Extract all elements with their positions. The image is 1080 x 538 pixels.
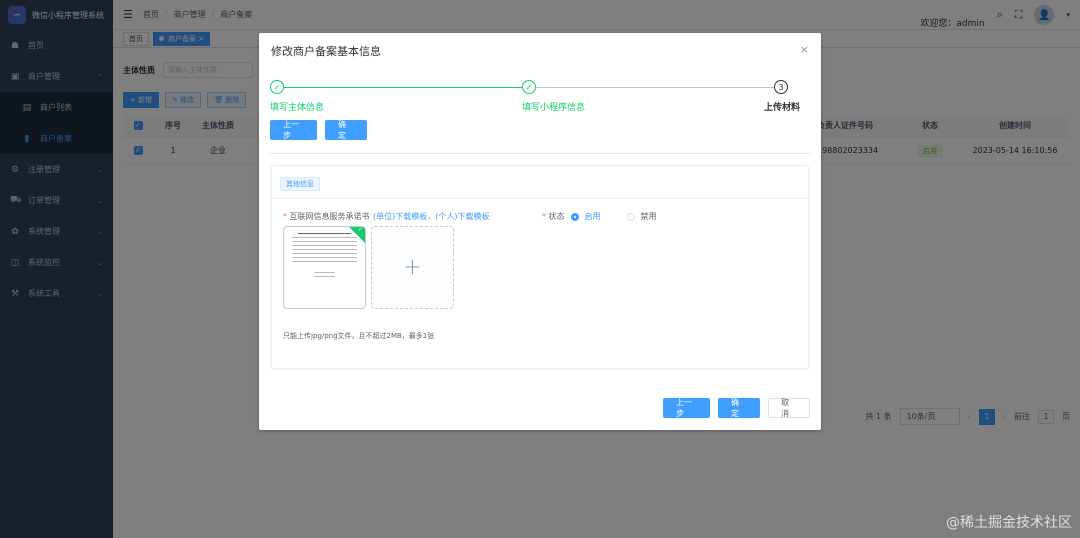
prev-step-button-footer[interactable]: 上一步 [663, 398, 710, 418]
watermark: @稀土掘金技术社区 [946, 515, 1072, 531]
upload-hint: 只能上传jpg/png文件，且不超过2MB，最多1张 [283, 332, 435, 340]
status-on-label[interactable]: 启用 [585, 211, 601, 222]
step-1: ✓ 填写主体信息 [270, 80, 324, 113]
check-icon: ✓ [270, 80, 284, 94]
step-3: 3 上传材料 [764, 80, 800, 113]
step-label: 填写小程序信息 [522, 103, 586, 113]
check-icon: ✓ [522, 80, 536, 94]
download-links: (单位)下载模板，(个人)下载模板 [373, 211, 490, 222]
step-number: 3 [774, 80, 788, 94]
prev-step-button[interactable]: 上一步 [270, 120, 317, 140]
step-label: 上传材料 [764, 103, 801, 113]
status-off-radio[interactable] [626, 212, 635, 221]
status-off-label[interactable]: 禁用 [641, 211, 657, 222]
step-label: 填写主体信息 [270, 103, 325, 113]
confirm-button[interactable]: 确 定 [325, 120, 367, 140]
upload-plus-button[interactable]: + [371, 226, 454, 309]
plus-icon: + [403, 255, 422, 280]
commitment-label: * 互联网信息服务承诺书 [283, 212, 370, 221]
steps: ✓ 填写主体信息 ✓ 填写小程序信息 3 上传材料 [270, 80, 810, 120]
download-person-link[interactable]: (个人)下载模板 [435, 212, 489, 221]
status-label: 状态 [548, 212, 565, 221]
uploaded-document-thumbnail[interactable]: ✓ [283, 226, 366, 309]
status-field: * 状态 启用 禁用 [542, 211, 657, 222]
download-company-link[interactable]: (单位)下载模板， [373, 212, 435, 221]
status-on-radio[interactable] [570, 212, 579, 221]
confirm-button-footer[interactable]: 确 定 [718, 398, 760, 418]
dialog-title: 修改商户备案基本信息 [271, 45, 381, 58]
cancel-button[interactable]: 取 消 [768, 398, 810, 418]
close-icon[interactable]: × [800, 43, 809, 56]
step-2: ✓ 填写小程序信息 [522, 80, 585, 113]
divider [270, 153, 810, 154]
section-tag: 其他信息 [280, 177, 320, 191]
edit-filing-dialog: 修改商户备案基本信息 × ✓ 填写主体信息 ✓ 填写小程序信息 3 上传材料 上… [259, 33, 821, 430]
check-icon: ✓ [357, 226, 363, 233]
other-info-card: 其他信息 * 互联网信息服务承诺书 (单位)下载模板，(个人)下载模板 * 状态… [271, 165, 809, 369]
